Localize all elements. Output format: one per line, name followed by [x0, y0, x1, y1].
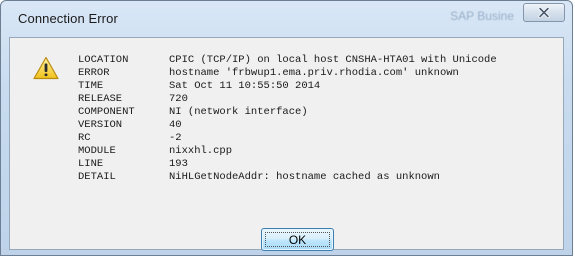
detail-key: RC: [78, 132, 91, 144]
detail-row-detail: DETAIL NiHLGetNodeAddr: hostname cached …: [78, 171, 497, 184]
detail-key: COMPONENT: [78, 106, 135, 118]
detail-value: NI (network interface): [169, 106, 308, 118]
detail-value: 720: [169, 93, 188, 105]
detail-row-error: ERROR hostname 'frbwup1.ema.priv.rhodia.…: [78, 67, 497, 80]
detail-row-location: LOCATION CPIC (TCP/IP) on local host CNS…: [78, 54, 497, 67]
detail-value: 40: [169, 119, 182, 131]
detail-value: -2: [169, 132, 182, 144]
detail-key: MODULE: [78, 145, 116, 157]
detail-key: ERROR: [78, 67, 110, 79]
detail-key: VERSION: [78, 119, 123, 131]
detail-value: nixxhl.cpp: [169, 145, 233, 157]
detail-key: TIME: [78, 80, 104, 92]
close-icon: [538, 7, 550, 18]
detail-row-release: RELEASE 720: [78, 93, 497, 106]
detail-row-version: VERSION 40: [78, 119, 497, 132]
ok-button[interactable]: OK: [261, 228, 334, 251]
detail-row-component: COMPONENT NI (network interface): [78, 106, 497, 119]
dialog-title: Connection Error: [18, 11, 118, 26]
detail-value: 193: [169, 158, 188, 170]
detail-key: LINE: [78, 158, 104, 170]
detail-row-time: TIME Sat Oct 11 10:55:50 2014: [78, 80, 497, 93]
message-panel: LOCATION CPIC (TCP/IP) on local host CNS…: [10, 38, 563, 210]
detail-value: NiHLGetNodeAddr: hostname cached as unkn…: [169, 171, 440, 183]
detail-value: hostname 'frbwup1.ema.priv.rhodia.com' u…: [169, 67, 459, 79]
detail-row-line: LINE 193: [78, 158, 497, 171]
detail-key: LOCATION: [78, 54, 129, 66]
detail-row-rc: RC -2: [78, 132, 497, 145]
detail-key: RELEASE: [78, 93, 123, 105]
detail-value: CPIC (TCP/IP) on local host CNSHA-HTA01 …: [169, 54, 497, 66]
error-details: LOCATION CPIC (TCP/IP) on local host CNS…: [78, 54, 497, 184]
detail-key: DETAIL: [78, 171, 116, 183]
title-bar[interactable]: Connection Error SAP Busine: [1, 1, 572, 37]
error-dialog: Connection Error SAP Busine LOCATION CPI…: [0, 0, 573, 256]
dialog-body: LOCATION CPIC (TCP/IP) on local host CNS…: [9, 37, 564, 251]
detail-row-module: MODULE nixxhl.cpp: [78, 145, 497, 158]
warning-icon: [33, 56, 59, 80]
close-button[interactable]: [523, 3, 565, 22]
background-window-title: SAP Busine: [450, 9, 514, 23]
detail-value: Sat Oct 11 10:55:50 2014: [169, 80, 321, 92]
screen: Connection Error SAP Busine LOCATION CPI…: [0, 0, 575, 258]
